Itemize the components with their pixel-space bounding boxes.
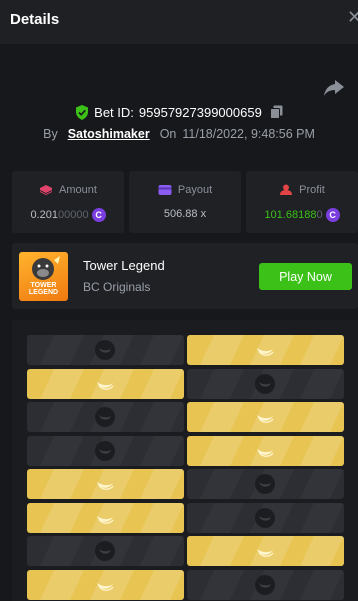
payout-value: 506.88 x	[163, 208, 207, 220]
tile-revealed-gold	[187, 402, 344, 432]
bet-id-row: Bet ID: 95957927399000659	[0, 102, 358, 122]
game-provider: BC Originals	[83, 280, 151, 294]
banana-icon	[97, 381, 114, 390]
payout-label: Payout	[177, 184, 213, 196]
tile-dark	[187, 502, 344, 533]
on-label: On	[159, 127, 177, 141]
coin-emblem-icon	[95, 440, 115, 461]
bet-timestamp: 11/18/2022, 9:48:56 PM	[182, 127, 315, 141]
stat-amount: Amount 0.20100000 C	[12, 171, 124, 233]
byline-row: By Satoshimaker On 11/18/2022, 9:48:56 P…	[0, 124, 358, 144]
tile-revealed-gold	[187, 335, 344, 365]
coin-emblem-icon	[255, 507, 275, 528]
coin-emblem-icon	[255, 373, 275, 394]
profit-label: Profit	[299, 184, 325, 196]
details-header: Details ✕	[0, 0, 358, 44]
banana-icon	[97, 582, 114, 591]
payout-icon	[158, 185, 172, 195]
tile-revealed-gold	[187, 435, 344, 466]
tile-dark	[187, 569, 344, 600]
play-now-button[interactable]: Play Now	[259, 263, 352, 290]
tile-dark	[187, 368, 344, 399]
share-icon[interactable]	[323, 78, 345, 98]
tile-dark	[27, 335, 184, 365]
username-link[interactable]: Satoshimaker	[68, 127, 150, 141]
tile-dark	[27, 402, 184, 432]
banana-icon	[257, 549, 274, 557]
coin-emblem-icon	[255, 574, 275, 595]
stat-profit: Profit 101.681880 C	[246, 171, 358, 233]
banana-icon	[97, 515, 114, 524]
tile-revealed-gold	[27, 502, 184, 533]
profit-value: 101.68188	[264, 209, 317, 221]
coin-emblem-icon	[95, 340, 115, 360]
banana-icon	[257, 448, 274, 457]
banana-icon	[257, 415, 274, 423]
profit-value-trailing: 0	[316, 209, 323, 221]
gorilla-mascot-icon	[32, 256, 60, 280]
close-icon[interactable]: ✕	[347, 8, 358, 26]
tile-revealed-gold	[27, 469, 184, 499]
game-card: TOWER LEGEND Tower Legend BC Originals P…	[12, 243, 358, 309]
banana-icon	[257, 348, 274, 356]
copy-icon[interactable]	[269, 105, 283, 119]
game-thumbnail[interactable]: TOWER LEGEND	[19, 252, 68, 301]
tile-revealed-gold	[27, 368, 184, 399]
bet-id-label: Bet ID:	[94, 104, 134, 120]
page-title: Details	[10, 11, 60, 28]
banana-icon	[97, 482, 114, 490]
profit-icon	[280, 184, 293, 195]
stat-payout: Payout 506.88 x	[129, 171, 241, 233]
tile-dark	[187, 469, 344, 499]
coin-icon: C	[91, 208, 106, 222]
game-board	[12, 320, 358, 601]
amount-icon	[40, 185, 53, 195]
coin-emblem-icon	[95, 407, 115, 427]
tile-revealed-gold	[187, 536, 344, 566]
thumbnail-text: TOWER LEGEND	[28, 282, 59, 296]
coin-emblem-icon	[95, 541, 115, 561]
tile-dark	[27, 536, 184, 566]
by-label: By	[43, 127, 58, 141]
coin-icon: C	[325, 208, 340, 222]
amount-label: Amount	[59, 184, 97, 196]
shield-check-icon	[76, 104, 89, 120]
tile-revealed-gold	[27, 569, 184, 600]
game-name[interactable]: Tower Legend	[83, 258, 165, 273]
amount-value-trailing: 00000	[57, 209, 89, 221]
amount-value: 0.201	[30, 209, 58, 221]
coin-emblem-icon	[255, 474, 275, 494]
bet-id-value: 95957927399000659	[138, 104, 262, 120]
tile-dark	[27, 435, 184, 466]
